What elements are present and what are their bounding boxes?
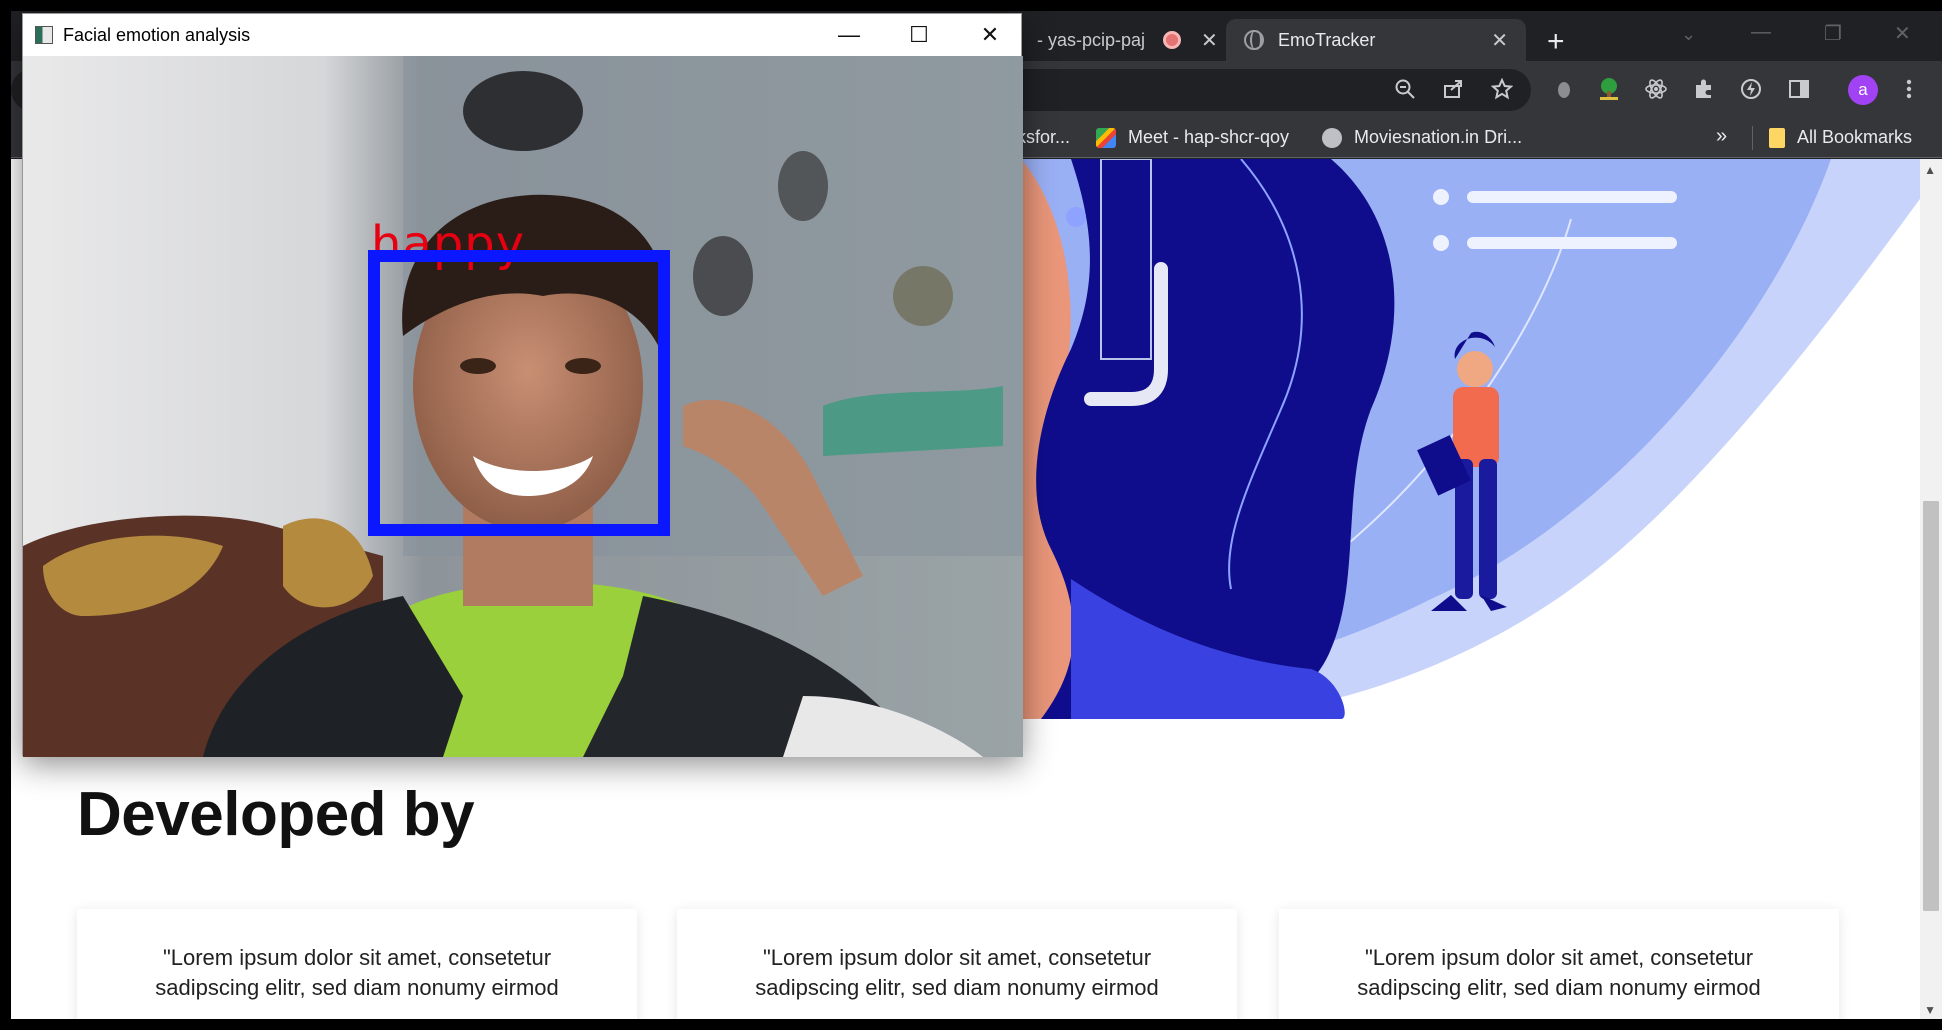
star-icon[interactable] xyxy=(1484,71,1520,107)
card-text-line: "Lorem ipsum dolor sit amet, consetetur xyxy=(162,945,552,970)
card-text-line: sadipscing elitr, sed diam nonumy eirmod xyxy=(1357,975,1761,1000)
close-button[interactable]: ✕ xyxy=(975,20,1005,50)
card-text-line: sadipscing elitr, sed diam nonumy eirmod xyxy=(155,975,559,1000)
new-tab-button[interactable]: + xyxy=(1547,25,1565,59)
face-bounding-box xyxy=(368,250,670,536)
meet-icon xyxy=(1096,127,1116,148)
developer-card: "Lorem ipsum dolor sit amet, consetetur … xyxy=(1279,909,1839,1019)
scroll-thumb[interactable] xyxy=(1923,501,1939,911)
bookmark-geeksforgeeks[interactable]: ksfor... xyxy=(1017,127,1070,148)
puzzle-icon[interactable] xyxy=(1686,71,1722,107)
developer-card: "Lorem ipsum dolor sit amet, consetetur … xyxy=(677,909,1237,1019)
tab-title: EmoTracker xyxy=(1278,29,1376,50)
card-text-line: sadipscing elitr, sed diam nonumy eirmod xyxy=(755,975,1159,1000)
maximize-button[interactable]: ☐ xyxy=(904,20,934,50)
react-icon[interactable] xyxy=(1638,71,1674,107)
tab-search-icon[interactable]: ⌄ xyxy=(1681,24,1696,45)
globe-icon xyxy=(1322,127,1342,148)
card-text-line: "Lorem ipsum dolor sit amet, consetetur xyxy=(762,945,1152,970)
window-titlebar[interactable]: Facial emotion analysis — ☐ ✕ xyxy=(23,14,1021,56)
bolt-icon[interactable] xyxy=(1733,71,1769,107)
close-window-button[interactable]: ✕ xyxy=(1894,21,1911,46)
profile-avatar[interactable]: a xyxy=(1848,75,1878,105)
bookmark-meet[interactable]: Meet - hap-shcr-qoy xyxy=(1096,127,1289,148)
recording-icon xyxy=(1163,31,1182,49)
share-icon[interactable] xyxy=(1435,71,1471,107)
menu-icon[interactable] xyxy=(1891,71,1927,107)
close-icon[interactable]: ✕ xyxy=(1491,28,1508,53)
minimize-button[interactable]: — xyxy=(1751,21,1771,44)
bookmark-moviesnation[interactable]: Moviesnation.in Dri... xyxy=(1322,127,1522,148)
app-icon xyxy=(35,26,53,44)
hero-illustration-art xyxy=(971,159,1942,719)
tree-icon[interactable] xyxy=(1591,71,1627,107)
bookmarks-overflow-button[interactable]: » xyxy=(1716,125,1727,148)
webcam-feed: happy xyxy=(23,56,1023,757)
page-scrollbar[interactable]: ▲ ▼ xyxy=(1920,159,1942,1019)
sidepanel-icon[interactable] xyxy=(1781,71,1817,107)
window-title: Facial emotion analysis xyxy=(63,25,251,45)
bookmark-label: Meet - hap-shcr-qoy xyxy=(1128,127,1290,147)
extension-icon[interactable] xyxy=(1546,71,1582,107)
tab-meet[interactable]: - yas-pcip-paj ✕ xyxy=(1011,19,1236,61)
globe-icon xyxy=(1244,30,1264,50)
minimize-button[interactable]: — xyxy=(834,20,864,50)
tab-emotracker[interactable]: EmoTracker ✕ xyxy=(1226,19,1526,61)
scroll-down-arrow-icon[interactable]: ▼ xyxy=(1924,1003,1936,1017)
emotion-analysis-window[interactable]: Facial emotion analysis — ☐ ✕ happy xyxy=(22,13,1023,757)
developer-card: "Lorem ipsum dolor sit amet, consetetur … xyxy=(77,909,637,1019)
close-icon[interactable]: ✕ xyxy=(1201,28,1218,53)
zoom-icon[interactable] xyxy=(1387,71,1423,107)
all-bookmarks-label: All Bookmarks xyxy=(1797,127,1913,147)
folder-icon xyxy=(1769,127,1785,148)
bookmarks-divider xyxy=(1752,126,1753,150)
all-bookmarks-button[interactable]: All Bookmarks xyxy=(1769,127,1912,148)
bookmark-label: ksfor... xyxy=(1017,127,1071,147)
bookmark-label: Moviesnation.in Dri... xyxy=(1354,127,1523,147)
tab-title: - yas-pcip-paj xyxy=(1037,29,1146,50)
scroll-up-arrow-icon[interactable]: ▲ xyxy=(1924,163,1936,177)
developed-by-heading: Developed by xyxy=(77,780,475,849)
card-text-line: "Lorem ipsum dolor sit amet, consetetur xyxy=(1364,945,1754,970)
restore-button[interactable]: ❐ xyxy=(1824,21,1842,46)
